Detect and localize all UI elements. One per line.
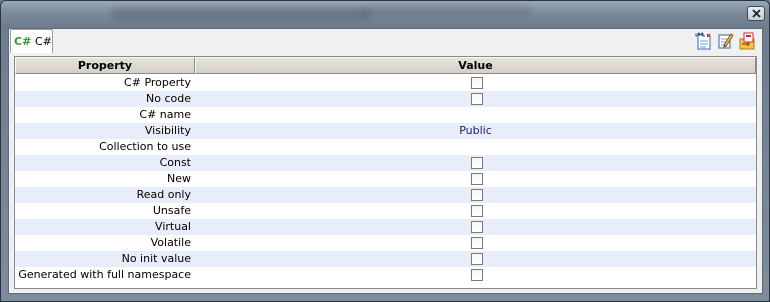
property-value-cell[interactable]	[195, 203, 756, 219]
property-name: Volatile	[150, 236, 191, 249]
table-row[interactable]: Generated with full namespace	[15, 267, 756, 283]
property-name: Read only	[136, 188, 191, 201]
value-checkbox[interactable]	[471, 221, 483, 233]
value-checkbox[interactable]	[471, 205, 483, 217]
property-name: C# name	[139, 108, 191, 121]
property-value-cell[interactable]	[195, 187, 756, 203]
property-name: Virtual	[155, 220, 191, 233]
tab-csharp[interactable]: C# C#	[10, 29, 53, 53]
property-name: New	[167, 172, 191, 185]
table-row[interactable]: No code	[15, 91, 756, 107]
property-grid: Property Value C# Property No code C# name…	[14, 56, 757, 289]
title-blur	[111, 7, 371, 21]
table-row[interactable]: Unsafe	[15, 203, 756, 219]
property-value-cell[interactable]	[195, 155, 756, 171]
value-checkbox[interactable]	[471, 93, 483, 105]
property-name: C# Property	[124, 76, 191, 89]
property-name: Const	[159, 156, 191, 169]
column-header-value[interactable]: Value	[195, 57, 756, 74]
csharp-properties-panel: C# C# Property Value C# Property No code…	[8, 28, 763, 294]
property-value-cell[interactable]	[195, 139, 756, 155]
property-value-cell[interactable]	[195, 171, 756, 187]
value-checkbox[interactable]	[471, 253, 483, 265]
property-name: No init value	[121, 252, 191, 265]
table-row[interactable]: Read only	[15, 187, 756, 203]
csharp-icon: C#	[14, 35, 32, 48]
property-name: Unsafe	[152, 204, 191, 217]
table-row[interactable]: C# name	[15, 107, 756, 123]
property-value-cell[interactable]	[195, 267, 756, 283]
property-name: Collection to use	[99, 140, 191, 153]
table-row[interactable]: Virtual	[15, 219, 756, 235]
tab-label: C#	[35, 35, 52, 48]
property-name: Generated with full namespace	[18, 268, 191, 281]
tab-strip: C# C#	[9, 29, 762, 53]
property-value-text	[195, 139, 756, 155]
value-checkbox[interactable]	[471, 269, 483, 281]
table-row[interactable]: No init value	[15, 251, 756, 267]
property-value-text	[195, 107, 756, 123]
table-row[interactable]: Const	[15, 155, 756, 171]
value-checkbox[interactable]	[471, 157, 483, 169]
table-row[interactable]: Visibility Public	[15, 123, 756, 139]
value-checkbox[interactable]	[471, 77, 483, 89]
property-value-cell[interactable]: Public	[195, 123, 756, 139]
property-value-cell[interactable]	[195, 219, 756, 235]
property-value-cell[interactable]	[195, 235, 756, 251]
property-value-cell[interactable]	[195, 91, 756, 107]
value-checkbox[interactable]	[471, 237, 483, 249]
value-checkbox[interactable]	[471, 189, 483, 201]
uml-document-icon[interactable]	[695, 32, 712, 50]
title-bar[interactable]	[1, 1, 769, 25]
export-icon[interactable]	[739, 32, 756, 50]
table-row[interactable]: Volatile	[15, 235, 756, 251]
property-value-cell[interactable]	[195, 251, 756, 267]
property-value-cell[interactable]	[195, 75, 756, 91]
close-icon	[752, 9, 761, 18]
table-row[interactable]: Collection to use	[15, 139, 756, 155]
value-checkbox[interactable]	[471, 173, 483, 185]
property-value-cell[interactable]	[195, 107, 756, 123]
property-value-text: Public	[459, 124, 492, 137]
grid-header: Property Value	[15, 57, 756, 74]
property-name: No code	[146, 92, 191, 105]
table-row[interactable]: New	[15, 171, 756, 187]
title-blur-secondary	[361, 5, 531, 17]
table-row[interactable]: C# Property	[15, 75, 756, 91]
window: C# C# Property Value C# Property No code…	[0, 0, 770, 302]
edit-note-icon[interactable]	[717, 32, 734, 50]
grid-rows: C# Property No code C# name Visibility Publi…	[15, 75, 756, 283]
property-name: Visibility	[144, 124, 191, 137]
close-button[interactable]	[747, 6, 765, 21]
column-header-property[interactable]: Property	[15, 57, 195, 74]
